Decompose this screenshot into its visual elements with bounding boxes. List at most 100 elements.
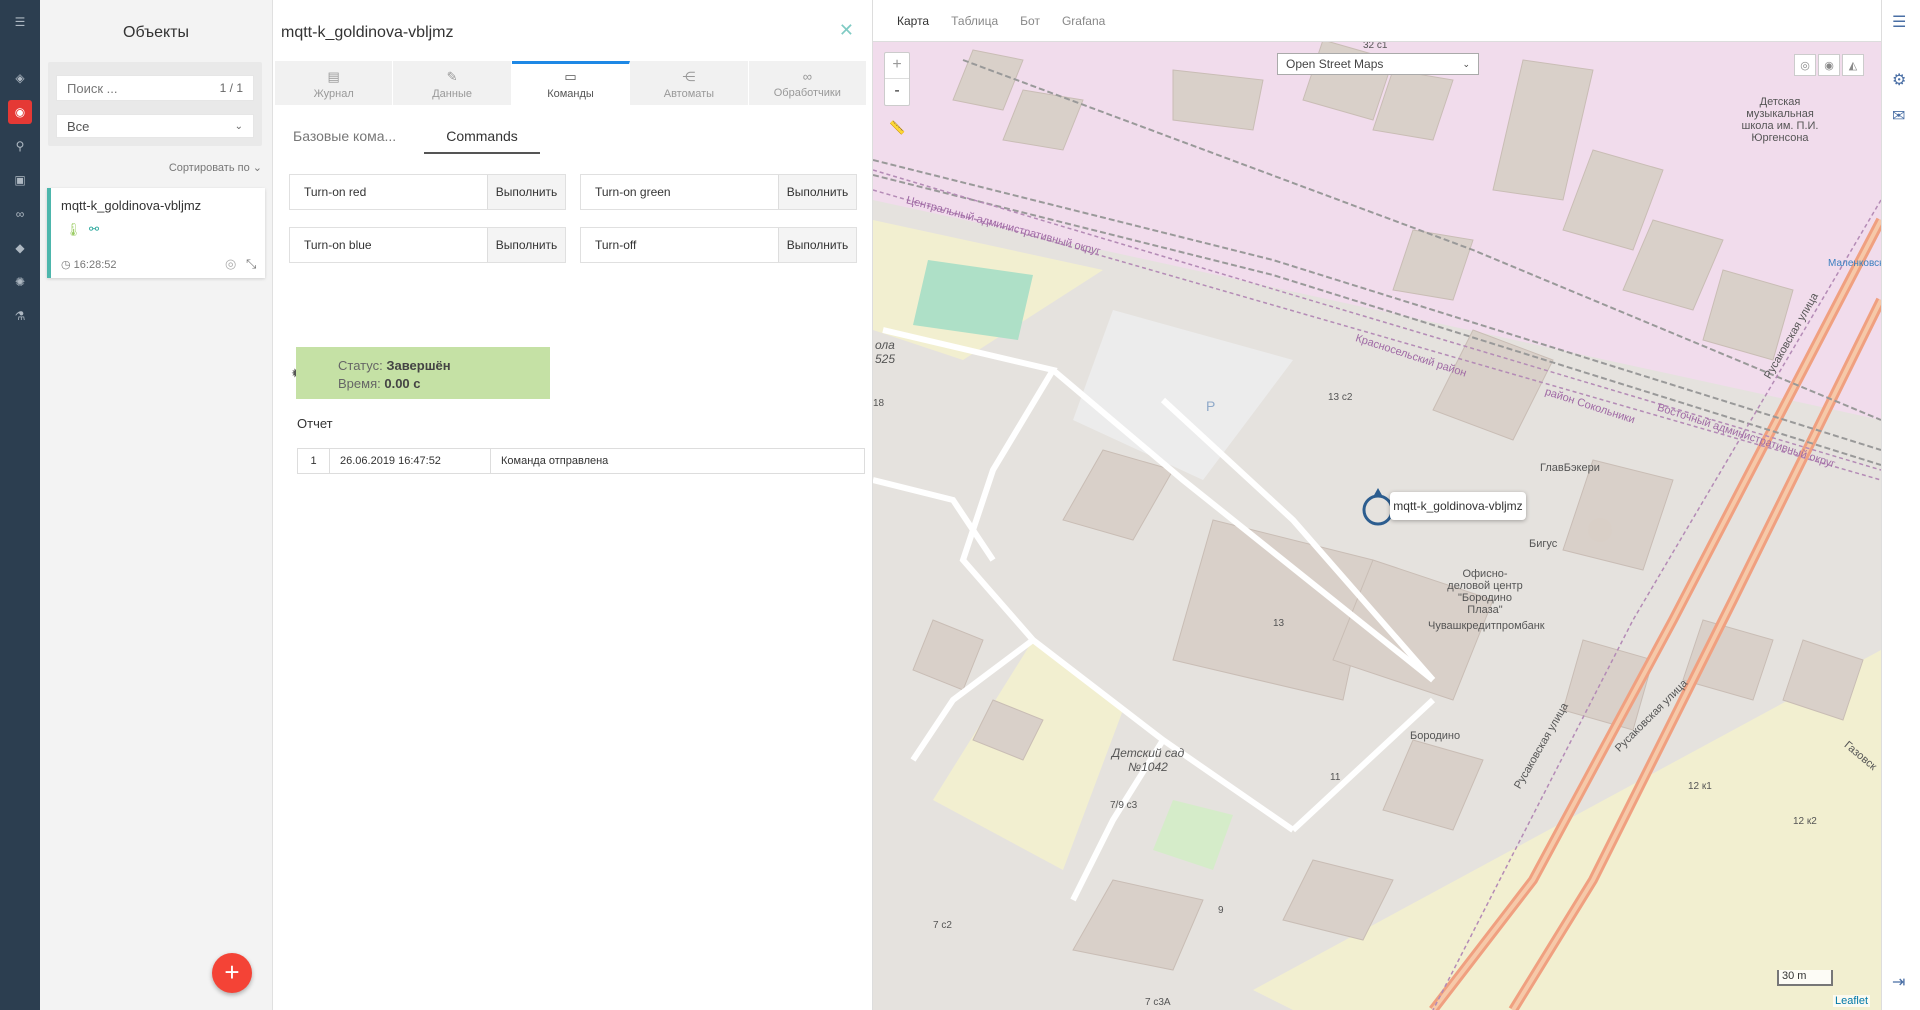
filter-select[interactable]: Все ⌄	[56, 114, 254, 138]
link-icon[interactable]: ∞	[8, 202, 32, 226]
object-time-value: 16:28:52	[73, 259, 117, 271]
collapse-icon[interactable]: ⤡	[246, 256, 256, 272]
clock-icon: ◷	[61, 259, 71, 271]
marker-popup[interactable]: mqtt-k_goldinova-vbljmz	[1390, 492, 1526, 520]
detail-tabs: ▤ Журнал ✎ Данные ▭ Команды ⋲ Автоматы ∞ Обра…	[275, 61, 868, 105]
command-label: Turn-on blue	[290, 228, 487, 262]
search-input[interactable]: Поиск ... 1 / 1	[56, 75, 254, 101]
add-object-button[interactable]: +	[212, 953, 252, 993]
command-row: Turn-on red Выполнить	[289, 174, 566, 210]
map-label-bigus: Бигус	[1529, 538, 1558, 550]
objects-title: Объекты	[123, 24, 189, 41]
map-label-building: 7 с3А	[1145, 997, 1171, 1008]
tab-label: Обработчики	[773, 87, 841, 99]
chart-icon[interactable]: ◭	[1842, 54, 1864, 76]
share-icon: ⋲	[682, 69, 696, 84]
map-label-building: 12 к1	[1688, 781, 1712, 792]
object-card[interactable]: mqtt-k_goldinova-vbljmz 🌡 ⚯ ◷ 16:28:52 ◎…	[47, 188, 265, 278]
map-label-school-number: ола 525	[875, 338, 896, 366]
map-layer-select[interactable]: Open Street Maps ⌄	[1277, 53, 1479, 75]
command-row: Turn-off Выполнить	[580, 227, 857, 263]
tab-handlers[interactable]: ∞ Обработчики	[749, 61, 868, 105]
map-label-building: 12 к2	[1793, 816, 1817, 827]
map-label-building: 11	[1330, 772, 1341, 783]
sort-dropdown[interactable]: Сортировать по ⌄	[169, 161, 262, 174]
command-label: Turn-off	[581, 228, 778, 262]
command-subtabs: Базовые кома... Commands	[293, 128, 564, 154]
map-label-parking: P	[1206, 398, 1216, 414]
map-label-building: 18	[873, 398, 885, 409]
map-label-bank: Чувашкредитпромбанк	[1428, 620, 1545, 632]
edit-icon: ✎	[446, 69, 458, 84]
objects-icon[interactable]: ◉	[8, 100, 32, 124]
zoom-out-button[interactable]: -	[885, 79, 909, 105]
tab-automata[interactable]: ⋲ Автоматы	[630, 61, 749, 105]
chevron-down-icon: ⌄	[1462, 58, 1470, 69]
gear-icon[interactable]: ⚙	[1892, 70, 1906, 90]
leaflet-attribution[interactable]: Leaflet	[1833, 995, 1871, 1007]
logout-icon[interactable]: ⇥	[1892, 972, 1905, 992]
zoom-control: + -	[884, 52, 910, 106]
map-view-tabs: Карта Таблица Бот Grafana	[873, 0, 1881, 42]
object-detail-panel: mqtt-k_goldinova-vbljmz ✕ ▤ Журнал ✎ Данны…	[273, 0, 873, 1010]
eye-icon[interactable]: ◉	[1818, 54, 1840, 76]
command-row: Turn-on blue Выполнить	[289, 227, 566, 263]
tab-commands[interactable]: ▭ Команды	[511, 61, 631, 105]
menu-icon[interactable]: ☰	[8, 10, 32, 34]
zoom-in-button[interactable]: +	[885, 53, 909, 79]
list-icon: ▤	[327, 69, 340, 84]
map-label-glavbakery: ГлавБэкери	[1540, 462, 1600, 474]
command-label: Turn-on green	[581, 175, 778, 209]
tab-map[interactable]: Карта	[897, 14, 929, 28]
map-area[interactable]: Детская музыкальная школа им. П.И. Юрген…	[873, 0, 1920, 1010]
app-root: ☰ ◈ ◉ ⚲ ▣ ∞ ◆ ✺ ⚗ Объекты Поиск ... 1 / …	[0, 0, 1920, 1010]
status-value: Завершён	[386, 358, 451, 373]
link-icon: ∞	[802, 69, 812, 84]
subtab-commands[interactable]: Commands	[424, 128, 540, 154]
globe-icon[interactable]: ✺	[8, 270, 32, 294]
detail-title: mqtt-k_goldinova-vbljmz	[281, 24, 454, 41]
tab-data[interactable]: ✎ Данные	[393, 61, 512, 105]
tab-table[interactable]: Таблица	[951, 14, 998, 28]
map-label-school: Детская музыкальная школа им. П.И. Юрген…	[1741, 96, 1819, 144]
subtab-basic-commands[interactable]: Базовые кома...	[293, 128, 400, 154]
hierarchy-icon[interactable]: ⚲	[8, 134, 32, 158]
target-icon[interactable]: ◎	[225, 256, 236, 272]
tab-journal[interactable]: ▤ Журнал	[275, 61, 394, 105]
object-name: mqtt-k_goldinova-vbljmz	[61, 198, 202, 213]
search-placeholder: Поиск ...	[67, 80, 118, 96]
report-title: Отчет	[297, 416, 333, 431]
thermometer-icon: 🌡	[65, 222, 82, 237]
table-row: 1 26.06.2019 16:47:52 Команда отправлена	[297, 448, 865, 474]
execute-button[interactable]: Выполнить	[778, 228, 856, 262]
tab-label: Данные	[432, 88, 472, 100]
report-message: Команда отправлена	[501, 455, 609, 467]
window-icon: ▭	[564, 69, 577, 84]
target-icon[interactable]: ◎	[1794, 54, 1816, 76]
sort-label: Сортировать по	[168, 162, 250, 174]
execute-button[interactable]: Выполнить	[778, 175, 856, 209]
left-navigation-rail: ☰ ◈ ◉ ⚲ ▣ ∞ ◆ ✺ ⚗	[0, 0, 40, 1010]
execute-button[interactable]: Выполнить	[487, 175, 565, 209]
tag-icon[interactable]: ◆	[8, 236, 32, 260]
mail-icon[interactable]: ✉	[1892, 106, 1905, 126]
map-scale: 30 m	[1777, 970, 1833, 986]
close-icon[interactable]: ✕	[839, 20, 854, 41]
report-number: 1	[298, 449, 330, 473]
tab-label: Журнал	[313, 88, 354, 100]
chevron-down-icon: ⌄	[252, 162, 262, 174]
ruler-icon[interactable]: 📏	[889, 120, 905, 136]
calendar-icon[interactable]: ▣	[8, 168, 32, 192]
map-label-building: 13 с2	[1328, 392, 1353, 403]
tab-grafana[interactable]: Grafana	[1062, 14, 1105, 28]
flask-icon[interactable]: ⚗	[8, 304, 32, 328]
execute-button[interactable]: Выполнить	[487, 228, 565, 262]
map-label-building: 7 с2	[933, 920, 952, 931]
report-datetime: 26.06.2019 16:47:52	[330, 449, 491, 473]
cube-icon[interactable]: ◈	[8, 66, 32, 90]
tab-label: Автоматы	[663, 88, 715, 100]
command-label: Turn-on red	[290, 175, 487, 209]
menu-icon[interactable]: ☰	[1892, 12, 1906, 32]
tab-bot[interactable]: Бот	[1020, 14, 1040, 28]
map-label-borodino: Бородино	[1410, 730, 1461, 742]
